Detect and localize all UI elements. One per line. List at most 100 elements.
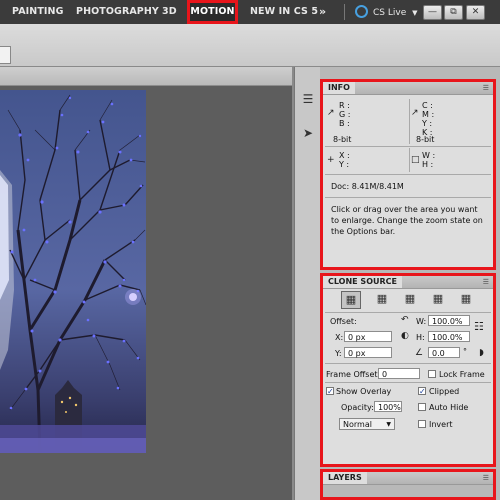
clone-source-4-icon[interactable]: ▦ (429, 291, 447, 307)
flip-vertical-icon[interactable]: ◐ (401, 331, 409, 341)
history-icon[interactable]: ☰ (299, 91, 317, 107)
eyedropper-cmyk-icon: ↗ (411, 108, 419, 118)
layers-panel-header[interactable]: LAYERS ☰ (323, 472, 493, 485)
layers-panel: LAYERS ☰ (320, 469, 496, 500)
document-canvas[interactable] (0, 90, 146, 453)
options-bar (0, 24, 500, 67)
info-panel-header[interactable]: INFO ☰ (323, 82, 493, 95)
clipped-label: Clipped (429, 387, 460, 396)
restore-window-button[interactable]: ⧉ (444, 5, 463, 20)
minimize-icon: — (428, 7, 437, 17)
cs-live-label: CS Live (373, 8, 407, 18)
panel-menu-icon[interactable]: ☰ (483, 82, 489, 94)
invert-checkbox[interactable] (418, 420, 426, 428)
workspace-painting[interactable]: PAINTING (12, 0, 64, 24)
clone-divider-3 (325, 382, 491, 383)
info-divider-2 (325, 174, 491, 175)
auto-hide-checkbox[interactable] (418, 403, 426, 411)
opacity-input[interactable]: 100% (374, 401, 402, 412)
rotation-angle-input[interactable]: 0.0 (428, 347, 460, 358)
actions-icon[interactable]: ➤ (299, 125, 317, 141)
offset-x-label: X: (335, 333, 344, 342)
document-tab-bar[interactable] (0, 67, 292, 86)
offset-y-label: Y: (335, 349, 342, 358)
cmyk-y-label: Y : (422, 119, 433, 128)
info-divider-3 (325, 197, 491, 198)
offset-label: Offset: (330, 317, 357, 326)
cs-live-menu[interactable]: CS Live ▼ (355, 5, 418, 19)
info-panel: INFO ☰ R : G : B : ↗ 8-bit C : M : Y : K… (320, 79, 496, 270)
size-h-label: H : (422, 160, 434, 169)
lock-frame-label: Lock Frame (439, 370, 485, 379)
height-scale-input[interactable]: 100.0% (428, 331, 470, 342)
clipped-checkbox[interactable]: ✓ (418, 387, 426, 396)
blend-mode-value: Normal (343, 420, 372, 429)
info-divider-vertical-2 (409, 148, 410, 172)
workspace-3d[interactable]: 3D (162, 0, 177, 24)
blend-mode-select[interactable]: Normal ▼ (339, 418, 395, 430)
show-overlay-checkbox[interactable]: ✓ (326, 387, 334, 396)
double-chevron-right-icon[interactable]: » (319, 0, 335, 24)
doc-size: Doc: 8.41M/8.41M (331, 182, 404, 191)
crosshair-icon: + (327, 155, 335, 165)
frame-offset-label: Frame Offset: (326, 370, 381, 379)
auto-hide-label: Auto Hide (429, 403, 469, 412)
restore-icon: ⧉ (450, 7, 457, 17)
rgb-b-label: B : (339, 119, 350, 128)
panel-menu-icon[interactable]: ☰ (483, 276, 489, 288)
coord-x-label: X : (339, 151, 350, 160)
height-scale-label: H: (416, 333, 425, 342)
workspace-motion[interactable]: MOTION (187, 0, 238, 24)
rotation-angle-icon: ∠ (415, 348, 424, 358)
selection-size-icon: □ (411, 155, 420, 165)
info-panel-title[interactable]: INFO (323, 82, 355, 94)
application-bar: PAINTING PHOTOGRAPHY 3D MOTION NEW IN CS… (0, 0, 500, 24)
clone-source-1-icon[interactable]: ▦ (341, 291, 361, 309)
show-overlay-label: Show Overlay (336, 387, 392, 396)
panel-menu-icon[interactable]: ☰ (483, 472, 489, 484)
clone-source-panel-header[interactable]: CLONE SOURCE ☰ (323, 276, 493, 289)
cs-live-ring-icon (355, 5, 368, 18)
clone-divider-2 (325, 363, 491, 364)
info-hint-text: Click or drag over the area you want to … (331, 205, 483, 236)
clone-source-3-icon[interactable]: ▦ (401, 291, 419, 307)
width-scale-input[interactable]: 100.0% (428, 315, 470, 326)
invert-label: Invert (429, 420, 453, 429)
link-chain-icon[interactable]: ☷ (474, 320, 484, 333)
clone-source-2-icon[interactable]: ▦ (373, 291, 391, 307)
minimize-window-button[interactable]: — (423, 5, 442, 20)
panel-dock: ☰ ➤ (294, 67, 321, 500)
chevron-down-icon: ▼ (386, 421, 391, 428)
layers-panel-title[interactable]: LAYERS (323, 472, 367, 484)
chevron-down-icon: ▼ (412, 9, 418, 17)
clone-source-panel-title[interactable]: CLONE SOURCE (323, 276, 402, 288)
eyedropper-icon: ↗ (327, 108, 335, 118)
options-bar-button[interactable] (0, 46, 11, 64)
workspace-new-in-cs5[interactable]: NEW IN CS 5 (250, 0, 318, 24)
opacity-label: Opacity: (341, 403, 374, 412)
info-divider-vertical (409, 99, 410, 144)
width-scale-label: W: (416, 317, 427, 326)
bit-depth-right: 8-bit (416, 135, 435, 144)
coord-y-label: Y : (339, 160, 350, 169)
offset-y-input[interactable]: 0 px (344, 347, 392, 358)
offset-x-input[interactable]: 0 px (344, 331, 392, 342)
bit-depth-left: 8-bit (333, 135, 352, 144)
close-window-button[interactable]: ✕ (466, 5, 485, 20)
clone-source-5-icon[interactable]: ▦ (457, 291, 475, 307)
rgb-r-label: R : (339, 101, 350, 110)
toolbar-divider (344, 4, 345, 20)
degree-symbol: ° (463, 347, 467, 356)
lock-frame-checkbox[interactable] (428, 370, 436, 378)
cmyk-m-label: M : (422, 110, 435, 119)
cmyk-c-label: C : (422, 101, 433, 110)
size-w-label: W : (422, 151, 436, 160)
rgb-g-label: G : (339, 110, 351, 119)
reset-transform-icon[interactable]: ↶ (401, 315, 409, 325)
clone-source-panel: CLONE SOURCE ☰ ▦ ▦ ▦ ▦ ▦ Offset: X: 0 px… (320, 273, 496, 467)
reset-rotation-icon[interactable]: ◗ (479, 348, 484, 358)
clone-divider (325, 312, 491, 313)
frame-offset-input[interactable]: 0 (378, 368, 420, 379)
close-icon: ✕ (471, 7, 480, 17)
workspace-photography[interactable]: PHOTOGRAPHY (76, 0, 159, 24)
